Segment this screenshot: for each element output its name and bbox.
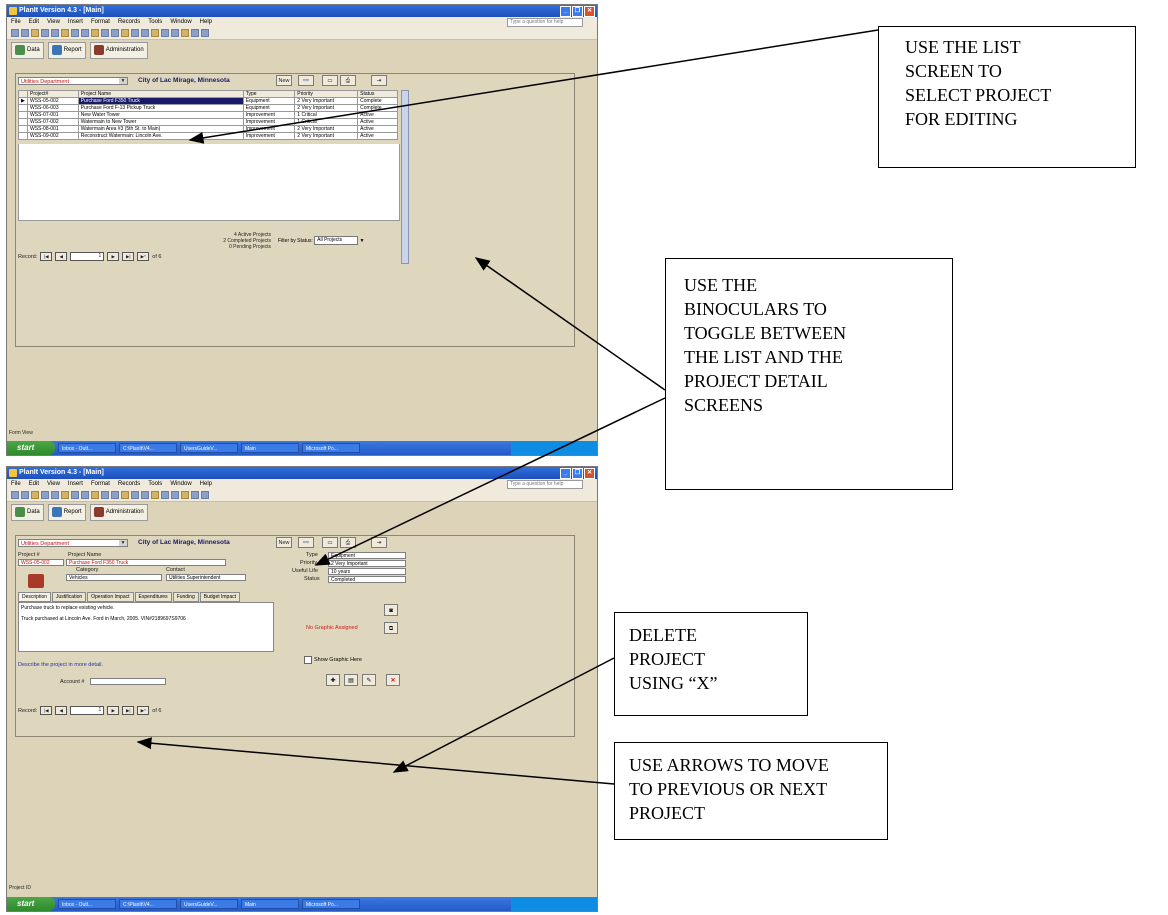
arrow-to-list-binoculars <box>474 257 666 391</box>
arrow-to-list <box>188 29 879 144</box>
arrow-to-detail-binoculars <box>314 397 666 566</box>
arrow-to-delete <box>392 657 615 773</box>
arrow-to-record-nav <box>136 737 615 785</box>
pointer-arrows <box>136 29 879 785</box>
